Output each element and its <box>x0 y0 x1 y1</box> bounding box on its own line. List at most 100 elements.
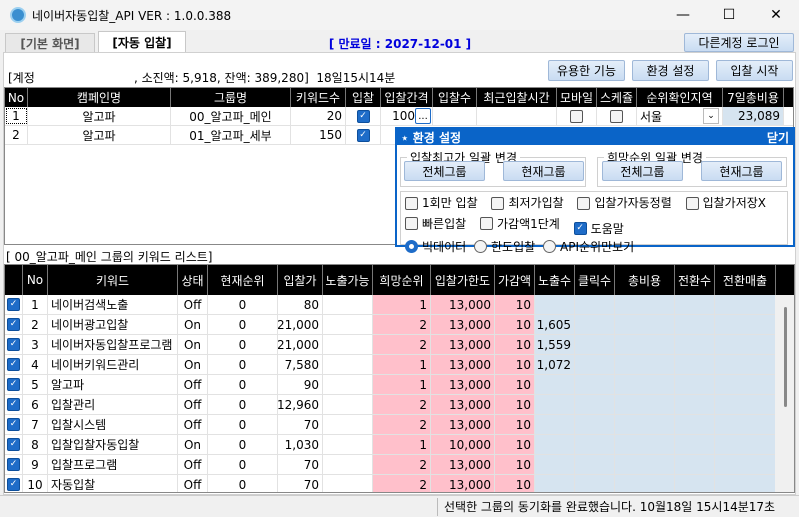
current-rank-cell: 0 <box>208 395 278 414</box>
radio-icon[interactable] <box>474 240 487 253</box>
keyword-row[interactable]: ✓ 1 네이버검색노출 Off 0 80 1 13,000 10 <box>5 295 794 315</box>
checkbox-icon[interactable] <box>480 217 493 230</box>
checkbox-icon[interactable] <box>685 196 699 210</box>
row-no: 2 <box>5 126 28 144</box>
bid-checkbox[interactable]: ✓ <box>346 107 381 125</box>
minimize-button[interactable]: — <box>660 0 706 30</box>
radio-limit-bid[interactable]: 한도입찰 <box>474 238 535 256</box>
vertical-scrollbar[interactable] <box>775 295 794 492</box>
title-bar: 네이버자동입찰_API VER : 1.0.0.388 — ☐ ✕ <box>0 0 799 30</box>
total-cost-cell <box>615 415 675 434</box>
bid-checkbox[interactable]: ✓ <box>346 126 381 144</box>
radio-bigdata[interactable]: 빅데이터 <box>405 238 466 256</box>
select-cell[interactable]: ✓ <box>5 415 23 434</box>
maximize-button[interactable]: ☐ <box>706 0 752 30</box>
settings-panel: ⋆ 환경 설정 닫기 입찰최고가 일괄 변경 전체그룹 현재그룹 희망순위 일괄… <box>395 127 795 254</box>
select-cell[interactable]: ✓ <box>5 335 23 354</box>
total-cost-cell <box>615 455 675 474</box>
keyword-row[interactable]: ✓ 3 네이버자동입찰프로그램 On 0 21,000 2 13,000 10 1,559 <box>5 335 794 355</box>
option-no-save[interactable]: 입찰가저장X <box>685 194 766 212</box>
tab-basic-screen[interactable]: [기본 화면] <box>5 33 95 53</box>
select-checkbox[interactable]: ✓ <box>7 478 20 491</box>
checkbox-icon[interactable] <box>405 217 418 230</box>
col-campaign: 캠페인명 <box>28 88 171 107</box>
current-rank-cell: 0 <box>208 335 278 354</box>
settings-close-button[interactable]: 닫기 <box>767 129 789 146</box>
radio-icon[interactable] <box>405 240 418 253</box>
select-cell[interactable]: ✓ <box>5 455 23 474</box>
select-checkbox[interactable]: ✓ <box>7 378 20 391</box>
select-cell[interactable]: ✓ <box>5 435 23 454</box>
interval-edit-button[interactable]: ... <box>415 108 431 124</box>
select-cell[interactable]: ✓ <box>5 295 23 314</box>
col-no: No <box>5 88 28 107</box>
col-target-rank: 희망순위 <box>373 265 431 295</box>
status-message: 선택한 그룹의 동기화를 완료했습니다. 10월18일 15시14분17초 <box>437 498 781 516</box>
select-checkbox[interactable]: ✓ <box>7 358 20 371</box>
checkbox-icon[interactable] <box>405 196 418 210</box>
select-cell[interactable]: ✓ <box>5 355 23 374</box>
start-bid-button[interactable]: 입찰 시작 <box>716 60 793 81</box>
checkbox-icon[interactable]: ✓ <box>356 128 370 142</box>
option-fast[interactable]: 빠른입찰 <box>405 215 466 233</box>
bid-cell: 70 <box>278 455 323 474</box>
keyword-row[interactable]: ✓ 8 입찰입찰자동입찰 On 0 1,030 1 10,000 10 <box>5 435 794 455</box>
max-bid-current-group-button[interactable]: 현재그룹 <box>503 161 584 181</box>
select-checkbox[interactable]: ✓ <box>7 318 20 331</box>
tab-auto-bid[interactable]: [자동 입찰] <box>98 31 186 53</box>
checkbox-icon[interactable] <box>491 196 505 210</box>
keyword-count: 20 <box>291 107 346 125</box>
checkbox-icon[interactable] <box>610 109 623 123</box>
radio-api-rank-only[interactable]: API순위만보기 <box>543 238 634 256</box>
rank-current-group-button[interactable]: 현재그룹 <box>701 161 782 181</box>
keyword-row[interactable]: ✓ 10 자동입찰 Off 0 70 2 13,000 10 <box>5 475 794 492</box>
checkbox-icon[interactable]: ✓ <box>573 222 587 235</box>
select-cell[interactable]: ✓ <box>5 395 23 414</box>
target-rank-cell: 2 <box>373 315 431 334</box>
max-bid-all-groups-button[interactable]: 전체그룹 <box>404 161 485 181</box>
keyword-row[interactable]: ✓ 5 알고파 Off 0 90 1 13,000 10 <box>5 375 794 395</box>
checkbox-icon[interactable]: ✓ <box>356 109 370 123</box>
select-checkbox[interactable]: ✓ <box>7 418 20 431</box>
option-lowest[interactable]: 최저가입찰 <box>491 194 564 212</box>
useful-features-button[interactable]: 유용한 기능 <box>548 60 625 81</box>
select-checkbox[interactable]: ✓ <box>7 298 20 311</box>
total-cost-cell <box>615 395 675 414</box>
keyword-row[interactable]: ✓ 2 네이버광고입찰 On 0 21,000 2 13,000 10 1,605 <box>5 315 794 335</box>
keyword-row[interactable]: ✓ 6 입찰관리 Off 0 12,960 2 13,000 10 <box>5 395 794 415</box>
select-checkbox[interactable]: ✓ <box>7 438 20 451</box>
mobile-checkbox[interactable] <box>557 107 597 125</box>
select-cell[interactable]: ✓ <box>5 375 23 394</box>
region-select[interactable]: 서울 ⌄ <box>637 107 723 125</box>
scrollbar-thumb[interactable] <box>783 307 787 407</box>
select-cell[interactable]: ✓ <box>5 315 23 334</box>
close-button[interactable]: ✕ <box>753 0 799 30</box>
keyword-row[interactable]: ✓ 9 입찰프로그램 Off 0 70 2 13,000 10 <box>5 455 794 475</box>
select-cell[interactable]: ✓ <box>5 475 23 492</box>
rank-all-groups-button[interactable]: 전체그룹 <box>602 161 683 181</box>
select-checkbox[interactable]: ✓ <box>7 398 20 411</box>
checkbox-icon[interactable] <box>577 196 591 210</box>
keyword-grid: No 키워드 상태 현재순위 입찰가 노출가능 희망순위 입찰가한도 가감액 노출수 클릭수 총비용 전… <box>4 264 795 493</box>
other-account-login-button[interactable]: 다른계정 로그인 <box>684 33 794 52</box>
no-cell: 7 <box>23 415 48 434</box>
select-checkbox[interactable]: ✓ <box>7 338 20 351</box>
select-checkbox[interactable]: ✓ <box>7 458 20 471</box>
option-auto-sort[interactable]: 입찰가자동정렬 <box>577 194 672 212</box>
group-row[interactable]: 1 알고파 00_알고파_메인 20 ✓ 100... 서울 ⌄ 23,089 <box>5 107 793 126</box>
checkbox-icon[interactable] <box>570 109 583 123</box>
option-once[interactable]: 1회만 입찰 <box>405 194 478 212</box>
radio-icon[interactable] <box>543 240 556 253</box>
impressions-cell: 1,559 <box>535 335 575 354</box>
total-cost-cell <box>615 295 675 314</box>
chevron-down-icon[interactable]: ⌄ <box>703 108 719 124</box>
option-help[interactable]: ✓ 도움말 <box>573 220 624 238</box>
keyword-row[interactable]: ✓ 4 네이버키워드관리 On 0 7,580 1 13,000 10 1,072 <box>5 355 794 375</box>
settings-button[interactable]: 환경 설정 <box>632 60 709 81</box>
bid-cell: 21,000 <box>278 315 323 334</box>
step-cell: 10 <box>495 475 535 492</box>
status-cell: Off <box>178 395 208 414</box>
option-step1[interactable]: 가감액1단계 <box>480 215 560 233</box>
keyword-row[interactable]: ✓ 7 입찰시스템 Off 0 70 2 13,000 10 <box>5 415 794 435</box>
schedule-checkbox[interactable] <box>597 107 637 125</box>
